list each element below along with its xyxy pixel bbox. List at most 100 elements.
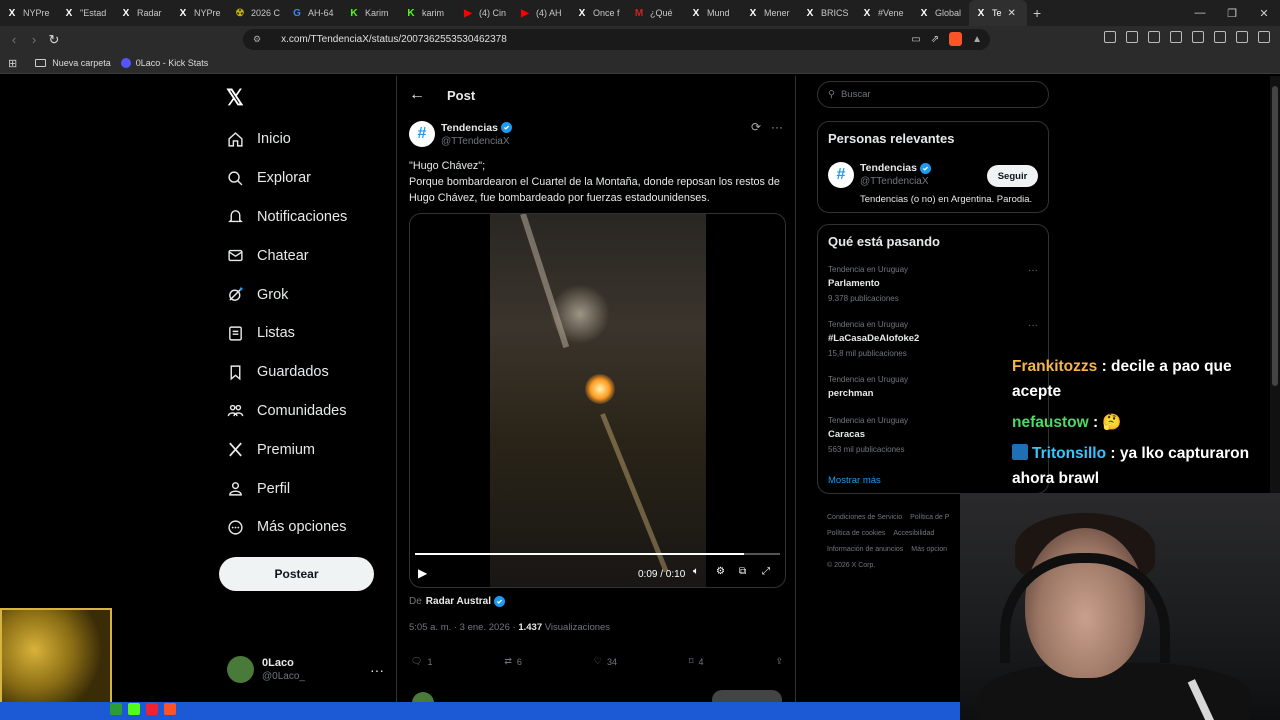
trend-item[interactable]: Tendencia en Uruguay perchman (828, 375, 1040, 399)
footer-link[interactable]: Política de P (910, 514, 949, 521)
footer-link[interactable]: Información de anuncios (827, 546, 903, 553)
volume-icon[interactable]: 🔈︎ (693, 566, 705, 578)
browser-tab[interactable]: X Once f (570, 0, 627, 26)
sidebar-item-listas[interactable]: Listas (226, 314, 347, 353)
browser-tab[interactable]: X Global (912, 0, 969, 26)
wallet-icon[interactable] (1192, 31, 1204, 43)
app-icon[interactable] (110, 703, 122, 715)
browser-tab[interactable]: X NYPre (0, 0, 57, 26)
panel-icon[interactable] (1170, 31, 1182, 43)
bookmark-folder[interactable]: Nueva carpeta (35, 58, 111, 68)
trend-item[interactable]: Tendencia en Uruguay Caracas 563 mil publi… (828, 416, 1040, 454)
sidebar-item-grok[interactable]: Grok (226, 275, 347, 314)
forward-icon[interactable]: › (24, 32, 44, 47)
repost-button[interactable]: ⇄ 6 (504, 656, 522, 667)
sidebar-item-inicio[interactable]: Inicio (226, 120, 347, 159)
kick-icon[interactable] (128, 703, 140, 715)
footer-link[interactable]: Accesibilidad (893, 530, 934, 537)
sidebar-item-comunidades[interactable]: Comunidades (226, 392, 347, 431)
play-icon[interactable]: ▶ (418, 566, 427, 580)
more-options-icon[interactable]: ··· (1028, 265, 1038, 276)
site-info-icon[interactable]: ⚙ (253, 34, 261, 45)
reload-icon[interactable]: ↻ (44, 32, 64, 48)
sidebar-item-perfil[interactable]: Perfil (226, 469, 347, 508)
post-button[interactable]: Postear (219, 557, 374, 591)
bookmark-button[interactable]: ⌑ 4 (689, 656, 704, 667)
tab-favicon-icon: X (863, 7, 871, 19)
post-datetime[interactable]: 5:05 a. m. · 3 ene. 2026 · (409, 622, 516, 633)
video-player[interactable]: ▶ 0:09 / 0:10 🔈︎ ⚙ ⧉ ⤢ (409, 213, 786, 588)
share-icon[interactable]: ⇗ (931, 34, 939, 45)
browser-tab[interactable]: ▶ (4) Cin (456, 0, 513, 26)
leo-icon[interactable] (1214, 31, 1226, 43)
sidebar-item-notificaciones[interactable]: Notificaciones (226, 198, 347, 237)
post-author[interactable]: # Tendencias @TTendenciaX (409, 121, 512, 147)
trend-item[interactable]: Tendencia en Uruguay Parlamento 9.378 publ… (828, 265, 1040, 303)
sidebar-item-explorar[interactable]: Explorar (226, 159, 347, 198)
browser-tab[interactable]: X NYPre (171, 0, 228, 26)
brave-rewards-icon[interactable]: ▲ (972, 34, 982, 45)
more-dots-icon[interactable]: ··· (370, 662, 384, 678)
browser-tab[interactable]: ▶ (4) AH (513, 0, 570, 26)
browser-tab[interactable]: X Mund (684, 0, 741, 26)
apps-icon[interactable]: ⊞ (8, 57, 17, 70)
fullscreen-icon[interactable]: ⤢ (762, 566, 774, 578)
sidebar-item-guardados[interactable]: Guardados (226, 353, 347, 392)
footer-link[interactable]: Más opcion (911, 546, 947, 553)
browser-tab[interactable]: X Mener (741, 0, 798, 26)
browser-tab[interactable]: X BRICS (798, 0, 855, 26)
browser-tab[interactable]: ☢ 2026 C (228, 0, 285, 26)
back-icon[interactable]: ‹ (4, 32, 24, 47)
bookmark-kick-stats[interactable]: 0Laco - Kick Stats (120, 58, 208, 68)
search-input[interactable]: ⚲ Buscar (817, 81, 1049, 108)
app-icon[interactable] (146, 703, 158, 715)
sidebar-item-chatear[interactable]: Chatear (226, 236, 347, 275)
menu-icon[interactable] (1258, 31, 1270, 43)
footer-link[interactable]: Política de cookies (827, 530, 885, 537)
video-progress-bar[interactable] (415, 553, 780, 555)
browser-tab[interactable]: X "Estad (57, 0, 114, 26)
browser-tab[interactable]: K Karim (342, 0, 399, 26)
sidebar-item-premium[interactable]: Premium (226, 430, 347, 469)
brave-shields-icon[interactable] (949, 32, 963, 46)
browser-tab[interactable]: Kkarim (399, 0, 456, 26)
browser-tab[interactable]: X Radar (114, 0, 171, 26)
footer-link[interactable]: Condiciones de Servicio (827, 514, 902, 521)
close-window-button[interactable]: ✕ (1248, 7, 1280, 20)
sidebar-icon[interactable] (1126, 31, 1138, 43)
settings-icon[interactable]: ⚙ (716, 566, 728, 578)
url-input[interactable]: ⚙ x.com/TTendenciaX/status/2007362553530… (243, 29, 990, 50)
new-tab-icon[interactable]: + (1033, 5, 1041, 21)
like-button[interactable]: ♡ 34 (594, 656, 617, 667)
source-name[interactable]: Radar Austral (426, 596, 491, 607)
follow-button[interactable]: Seguir (987, 165, 1038, 187)
picture-in-picture-icon[interactable]: ⧉ (739, 566, 751, 578)
relevant-user[interactable]: # Tendencias @TTendenciaX (828, 162, 931, 188)
music-icon[interactable] (1148, 31, 1160, 43)
show-more-link[interactable]: Mostrar más (828, 475, 881, 486)
more-options-icon[interactable]: ··· (771, 120, 783, 134)
vpn-icon[interactable] (1236, 31, 1248, 43)
brave-icon[interactable] (164, 703, 176, 715)
sidebar-item-más-opciones[interactable]: Más opciones (226, 508, 347, 547)
browser-tab[interactable]: M ¿Qué (627, 0, 684, 26)
extension-icon[interactable] (1104, 31, 1116, 43)
browser-tab[interactable]: X #Vene (855, 0, 912, 26)
author-avatar[interactable]: # (409, 121, 435, 147)
author-name[interactable]: Tendencias (441, 122, 498, 134)
browser-tab[interactable]: G AH-64 (285, 0, 342, 26)
minimize-button[interactable]: — (1184, 7, 1216, 19)
close-tab-icon[interactable]: ✕ (1008, 8, 1016, 19)
share-button[interactable]: ⇪ (775, 656, 783, 667)
relevant-people-card: Personas relevantes # Tendencias @TTende… (817, 121, 1049, 213)
x-logo[interactable]: 𝕏 (226, 85, 244, 111)
account-switcher[interactable]: 0Laco @0Laco_ (227, 656, 305, 683)
trend-item[interactable]: Tendencia en Uruguay #LaCasaDeAlofoke2 15,… (828, 320, 1040, 358)
maximize-button[interactable]: ❐ (1216, 7, 1248, 20)
reply-button[interactable]: 🗨︎ 1 (411, 656, 432, 667)
cast-icon[interactable]: ▭ (911, 34, 920, 45)
more-options-icon[interactable]: ··· (1028, 320, 1038, 331)
browser-tab[interactable]: X Te ✕ (969, 0, 1027, 26)
back-arrow-icon[interactable]: ← (409, 86, 425, 104)
grok-explain-icon[interactable]: ⟳ (751, 120, 761, 134)
